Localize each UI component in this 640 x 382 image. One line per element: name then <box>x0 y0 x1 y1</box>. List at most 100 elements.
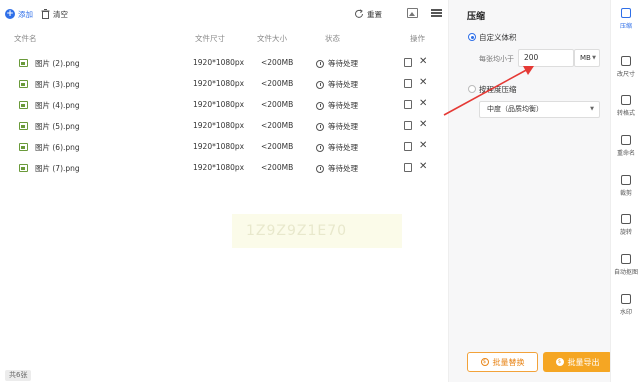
sidebar-item-rotate[interactable]: 旋转 <box>611 214 640 244</box>
preview-icon[interactable] <box>404 79 412 88</box>
status-text: 等待处理 <box>328 101 358 110</box>
size-input[interactable]: 200 <box>518 49 574 67</box>
batch-replace-button[interactable]: $ 批量替换 <box>467 352 538 372</box>
table-row[interactable]: 图片 (6).png 1920*1080px <200MB 等待处理 ✕ <box>0 137 448 158</box>
batch-export-button[interactable]: $ 批量导出 <box>543 352 612 372</box>
batch-replace-label: 批量替换 <box>492 357 525 367</box>
tool-sidebar: 压缩 改尺寸 转格式 重命名 裁剪 旋转 自动抠图 水印 <box>610 0 640 382</box>
preview-icon[interactable] <box>404 100 412 109</box>
header-dimensions: 文件尺寸 <box>195 34 225 43</box>
file-status: 等待处理 <box>316 58 358 69</box>
file-size: <200MB <box>261 58 294 67</box>
status-text: 等待处理 <box>328 143 358 152</box>
status-text: 等待处理 <box>328 59 358 68</box>
quality-select[interactable]: 中度（品质均衡） ▼ <box>479 101 600 118</box>
delete-icon[interactable]: ✕ <box>419 161 427 173</box>
preview-icon[interactable] <box>404 58 412 67</box>
sidebar-item-resize[interactable]: 改尺寸 <box>611 56 640 86</box>
preview-icon[interactable] <box>404 121 412 130</box>
file-name: 图片 (4).png <box>35 101 80 110</box>
panel-title: 压缩 <box>467 12 486 22</box>
delete-icon[interactable]: ✕ <box>419 140 427 152</box>
sidebar-item-label: 改尺寸 <box>616 71 635 78</box>
trash-icon <box>41 9 50 19</box>
chevron-down-icon: ▼ <box>590 106 594 112</box>
sidebar-item-label: 裁剪 <box>619 190 632 197</box>
clear-label: 清空 <box>53 9 68 19</box>
file-name: 图片 (7).png <box>35 164 80 173</box>
file-status: 等待处理 <box>316 79 358 90</box>
table-row[interactable]: 图片 (7).png 1920*1080px <200MB 等待处理 ✕ <box>0 158 448 179</box>
reset-button[interactable]: 重置 <box>354 8 382 20</box>
sidebar-item-cutout[interactable]: 自动抠图 <box>611 254 640 284</box>
file-size: <200MB <box>261 163 294 172</box>
file-status: 等待处理 <box>316 100 358 111</box>
header-filename: 文件名 <box>14 34 37 43</box>
sidebar-item-rename[interactable]: 重命名 <box>611 135 640 165</box>
clear-button[interactable]: 清空 <box>41 8 68 20</box>
status-text: 等待处理 <box>328 80 358 89</box>
watermark-icon <box>621 294 631 304</box>
radio-custom-size[interactable] <box>468 33 476 41</box>
sidebar-item-compress[interactable]: 压缩 <box>611 8 640 38</box>
delete-icon[interactable]: ✕ <box>419 119 427 131</box>
file-status: 等待处理 <box>316 121 358 132</box>
delete-icon[interactable]: ✕ <box>419 56 427 68</box>
clock-icon <box>316 122 324 131</box>
add-button[interactable]: + 添加 <box>5 8 33 20</box>
sidebar-item-label: 重命名 <box>616 150 635 157</box>
option-by-ratio-label: 按程度压缩 <box>479 85 517 94</box>
table-row[interactable]: 图片 (2).png 1920*1080px <200MB 等待处理 ✕ <box>0 53 448 74</box>
refresh-icon <box>355 9 363 18</box>
file-dimensions: 1920*1080px <box>193 58 245 67</box>
unit-select[interactable]: MB ▼ <box>574 49 600 67</box>
status-text: 等待处理 <box>328 164 358 173</box>
plus-icon: + <box>5 9 15 19</box>
file-dimensions: 1920*1080px <box>193 79 245 88</box>
delete-icon[interactable]: ✕ <box>419 98 427 110</box>
clock-icon <box>316 164 324 173</box>
clock-icon <box>316 101 324 110</box>
sidebar-item-watermark[interactable]: 水印 <box>611 294 640 324</box>
chevron-down-icon: ▼ <box>592 55 596 61</box>
file-size: <200MB <box>261 121 294 130</box>
image-file-icon <box>19 122 28 130</box>
quality-value: 中度（品质均衡） <box>487 105 543 113</box>
convert-icon <box>621 95 631 105</box>
coin-icon: $ <box>555 358 564 366</box>
table-header: 文件名 文件尺寸 文件大小 状态 操作 <box>0 33 448 45</box>
file-size: <200MB <box>261 142 294 151</box>
header-actions: 操作 <box>410 34 425 43</box>
image-file-icon <box>19 59 28 67</box>
image-count: 共6张 <box>5 370 32 381</box>
file-name: 图片 (6).png <box>35 143 80 152</box>
rename-icon <box>621 135 631 145</box>
coin-icon: $ <box>480 358 489 366</box>
per-image-label: 每张均小于 <box>479 55 514 63</box>
radio-by-ratio[interactable] <box>468 85 476 93</box>
table-row[interactable]: 图片 (3).png 1920*1080px <200MB 等待处理 ✕ <box>0 74 448 95</box>
batch-export-label: 批量导出 <box>567 357 600 367</box>
file-list-area: + 添加 清空 重置 文件名 文件尺寸 文件大小 状态 操作 图片 (2).pn… <box>0 0 448 382</box>
sidebar-item-convert[interactable]: 转格式 <box>611 95 640 125</box>
compress-settings-panel: 压缩 自定义体积 每张均小于 200 MB ▼ 按程度压缩 中度（品质均衡） ▼… <box>448 0 612 382</box>
sidebar-item-crop[interactable]: 裁剪 <box>611 175 640 205</box>
cutout-icon <box>621 254 631 264</box>
file-size: <200MB <box>261 100 294 109</box>
unit-value: MB <box>580 54 591 62</box>
preview-icon[interactable] <box>404 142 412 151</box>
table-row[interactable]: 图片 (5).png 1920*1080px <200MB 等待处理 ✕ <box>0 116 448 137</box>
image-file-icon <box>19 80 28 88</box>
resize-icon <box>621 56 631 66</box>
sidebar-item-label: 水印 <box>619 309 632 316</box>
list-view-icon[interactable] <box>431 8 442 18</box>
reset-label: 重置 <box>367 9 382 19</box>
table-row[interactable]: 图片 (4).png 1920*1080px <200MB 等待处理 ✕ <box>0 95 448 116</box>
preview-icon[interactable] <box>404 163 412 172</box>
thumbnail-view-icon[interactable] <box>407 8 418 18</box>
delete-icon[interactable]: ✕ <box>419 77 427 89</box>
file-dimensions: 1920*1080px <box>193 121 245 130</box>
header-status: 状态 <box>325 34 340 43</box>
clock-icon <box>316 59 324 68</box>
file-name: 图片 (5).png <box>35 122 80 131</box>
